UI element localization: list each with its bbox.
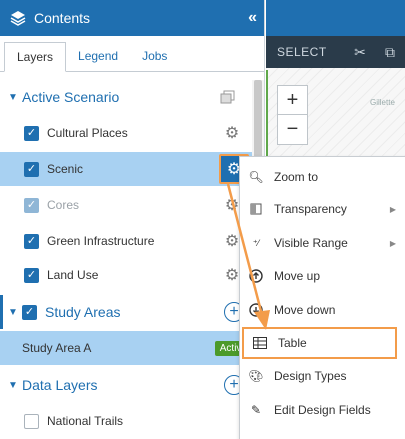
layer-label: Green Infrastructure (47, 234, 155, 248)
layer-row[interactable]: ✓ Cores ⚙ (0, 188, 252, 222)
menu-item-edit-design-fields[interactable]: ✎ Edit Design Fields (240, 394, 405, 426)
layer-row[interactable]: ✓ Cultural Places ⚙ (0, 116, 252, 150)
move-down-icon (248, 302, 264, 318)
zoom-control: + − (277, 85, 308, 145)
layer-row-selected[interactable]: ✓ Scenic ⚙ (0, 152, 252, 186)
layer-row[interactable]: ✓ Land Use ⚙ (0, 258, 252, 292)
menu-item-transparency[interactable]: Transparency ▶ (240, 193, 405, 225)
zoom-out-button[interactable]: − (278, 115, 307, 144)
section-label: Study Areas (45, 304, 121, 320)
copy-icon[interactable]: ⧉ (375, 44, 405, 61)
tab-layers[interactable]: Layers (4, 42, 67, 72)
layer-row[interactable]: National Trails (0, 404, 252, 438)
layer-row[interactable]: ✓ Green Infrastructure ⚙ (0, 224, 252, 258)
tab-jobs[interactable]: Jobs (130, 41, 179, 71)
gear-icon[interactable]: ⚙ (222, 123, 242, 143)
tab-legend[interactable]: Legend (66, 41, 130, 71)
map-header-bar (266, 0, 405, 36)
study-area-label: Study Area A (22, 341, 92, 355)
zoom-icon: 🔍︎ (248, 170, 264, 184)
checkbox-unchecked[interactable] (24, 413, 39, 429)
menu-item-design-types[interactable]: 🎨︎ Design Types (240, 360, 405, 392)
select-button[interactable]: SELECT (277, 45, 345, 59)
menu-item-label: Design Types (274, 369, 347, 383)
collapse-panel-button[interactable]: « (248, 9, 257, 27)
zoom-in-button[interactable]: + (278, 86, 307, 115)
panel-title: Contents (34, 10, 91, 26)
panel-tabs: Layers Legend Jobs (0, 36, 264, 72)
move-up-icon (248, 268, 264, 284)
layer-label: Scenic (47, 162, 84, 176)
checkbox-checked[interactable]: ✓ (24, 267, 39, 283)
checkbox-checked[interactable]: ✓ (22, 304, 37, 320)
menu-item-move-up[interactable]: Move up (240, 260, 405, 292)
menu-item-move-down[interactable]: Move down (240, 294, 405, 326)
menu-item-label: Zoom to (274, 170, 319, 184)
menu-item-label: Edit Design Fields (274, 403, 371, 417)
menu-item-visible-range[interactable]: ⁺⁄ Visible Range ▶ (240, 227, 405, 259)
chevron-right-icon: ▶ (389, 238, 396, 248)
chevron-down-icon[interactable]: ▼ (8, 380, 22, 391)
study-area-row[interactable]: Study Area A Active (0, 331, 252, 365)
checkbox-checked[interactable]: ✓ (24, 161, 39, 177)
chevron-down-icon[interactable]: ▼ (8, 92, 22, 103)
menu-item-zoom-to[interactable]: 🔍︎ Zoom to (240, 161, 405, 193)
chevron-down-icon[interactable]: ▼ (8, 307, 22, 318)
section-label: Data Layers (22, 377, 98, 393)
layer-label: Land Use (47, 268, 99, 282)
menu-item-label: Transparency (274, 202, 347, 216)
checkbox-checked[interactable]: ✓ (24, 197, 39, 213)
section-active-scenario[interactable]: ▼ Active Scenario (0, 80, 252, 114)
map-toolbar: SELECT ✂ ⧉ (266, 36, 405, 68)
menu-item-label: Table (278, 336, 307, 350)
table-icon (252, 335, 268, 351)
menu-item-label: Move up (274, 269, 321, 283)
map-place-label: Gillette (370, 98, 395, 107)
stack-icon[interactable] (220, 90, 236, 104)
palette-icon: 🎨︎ (248, 369, 264, 383)
checkbox-checked[interactable]: ✓ (24, 233, 39, 249)
menu-item-label: Move down (274, 303, 336, 317)
checkbox-checked[interactable]: ✓ (24, 125, 39, 141)
layer-context-menu: 🔍︎ Zoom to Transparency ▶ ⁺⁄ Visible Ran… (239, 156, 405, 439)
layer-label: Cores (47, 198, 80, 212)
layer-label: Cultural Places (47, 126, 128, 140)
layers-icon (10, 11, 26, 26)
layer-label: National Trails (47, 414, 124, 428)
visible-range-icon: ⁺⁄ (252, 237, 260, 248)
pencil-icon: ✎ (250, 403, 262, 417)
scissors-icon[interactable]: ✂ (345, 44, 375, 61)
transparency-icon (248, 201, 264, 217)
section-data-layers[interactable]: ▼ Data Layers + (0, 368, 252, 402)
chevron-right-icon: ▶ (389, 204, 396, 214)
section-study-areas[interactable]: ▼ ✓ Study Areas + (0, 295, 252, 329)
menu-item-table[interactable]: Table (242, 327, 397, 359)
panel-header: Contents « (0, 0, 264, 36)
menu-item-label: Visible Range (274, 236, 348, 250)
section-label: Active Scenario (22, 89, 120, 105)
